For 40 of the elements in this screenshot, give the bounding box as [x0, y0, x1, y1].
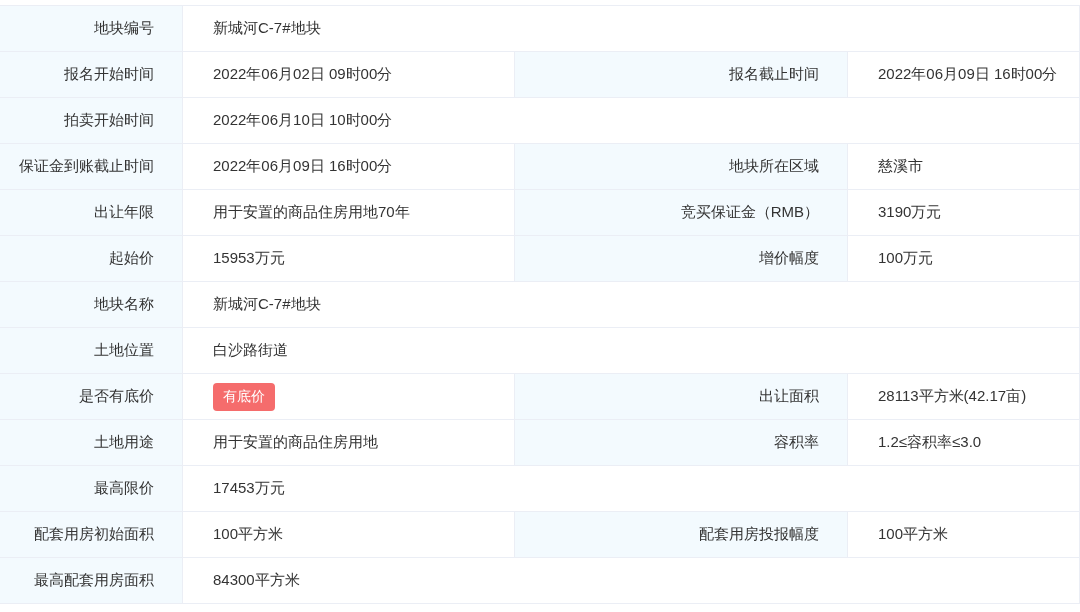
field-label: 是否有底价 — [0, 374, 183, 420]
field-label: 起始价 — [0, 236, 183, 282]
field-label: 配套用房初始面积 — [0, 512, 183, 558]
field-label: 最高限价 — [0, 466, 183, 512]
field-value: 用于安置的商品住房用地70年 — [213, 203, 410, 222]
field-label: 竞买保证金（RMB） — [515, 190, 848, 236]
field-label: 土地用途 — [0, 420, 183, 466]
field-label: 出让年限 — [0, 190, 183, 236]
field-value: 3190万元 — [878, 203, 942, 222]
price-tag: 有底价 — [213, 382, 275, 411]
field-value: 慈溪市 — [878, 157, 923, 176]
field-value: 84300平方米 — [213, 571, 300, 590]
field-value: 100平方米 — [213, 525, 284, 544]
field-value: 白沙路街道 — [213, 341, 288, 360]
field-value: 17453万元 — [213, 479, 285, 498]
field-label: 地块名称 — [0, 282, 183, 328]
field-value: 100万元 — [878, 249, 934, 268]
field-label: 土地位置 — [0, 328, 183, 374]
field-label: 报名开始时间 — [0, 52, 183, 98]
field-value: 新城河C-7#地块 — [213, 19, 321, 38]
field-label: 保证金到账截止时间 — [0, 144, 183, 190]
field-label: 出让面积 — [515, 374, 848, 420]
field-value: 2022年06月09日 16时00分 — [878, 65, 1058, 84]
field-label: 报名截止时间 — [515, 52, 848, 98]
field-value: 1.2≤容积率≤3.0 — [878, 433, 982, 452]
field-value: 2022年06月09日 16时00分 — [213, 157, 393, 176]
field-label: 容积率 — [515, 420, 848, 466]
field-value: 28113平方米(42.17亩) — [878, 387, 1027, 406]
field-value: 2022年06月02日 09时00分 — [213, 65, 393, 84]
field-value: 新城河C-7#地块 — [213, 295, 321, 314]
field-value: 用于安置的商品住房用地 — [213, 433, 378, 452]
field-label: 地块所在区域 — [515, 144, 848, 190]
field-value: 15953万元 — [213, 249, 285, 268]
field-label: 最高配套用房面积 — [0, 558, 183, 604]
field-label: 增价幅度 — [515, 236, 848, 282]
field-label: 拍卖开始时间 — [0, 98, 183, 144]
field-value: 2022年06月10日 10时00分 — [213, 111, 393, 130]
field-label: 地块编号 — [0, 6, 183, 52]
field-value: 100平方米 — [878, 525, 949, 544]
field-label: 配套用房投报幅度 — [515, 512, 848, 558]
